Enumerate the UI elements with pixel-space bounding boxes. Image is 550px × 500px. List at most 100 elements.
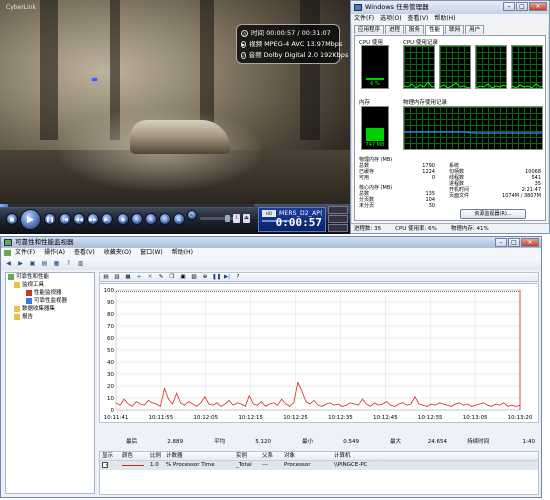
tab-performance[interactable]: 性能 (425, 25, 445, 35)
maximize-icon[interactable]: □ (508, 238, 520, 247)
y-tick-label: 70 (107, 324, 114, 330)
tree-node-reliability-monitor[interactable]: 可靠性监视器 (6, 297, 94, 305)
legend-col-scale[interactable]: 比例 (148, 452, 164, 460)
legend-col-object[interactable]: 对象 (282, 452, 332, 460)
menu-view[interactable]: 查看(V) (74, 248, 95, 258)
info-button[interactable]: i (233, 214, 240, 223)
series-color-swatch (122, 465, 144, 466)
legend-col-parent[interactable]: 父系 (260, 452, 282, 460)
tab-services[interactable]: 服务 (405, 25, 425, 34)
menu-help[interactable]: 帮助(H) (172, 248, 193, 258)
status-processes: 进程数: 35 (354, 226, 382, 232)
legend-show-cell[interactable]: ✓ (100, 461, 120, 470)
osd-video-value: MPEG-4 AVC 13.97Mbps (264, 40, 343, 48)
maximize-icon[interactable]: □ (516, 2, 528, 11)
tree-node-data-collector-sets[interactable]: 数据收集器集 (6, 305, 94, 313)
menu-button[interactable]: ☰ (173, 213, 185, 225)
show-tree-icon[interactable]: ▤ (40, 260, 49, 268)
osd-audio-row: ♪ 音频 Dolby Digital 2.0 192Kbps (241, 50, 348, 61)
player-side-button[interactable] (328, 224, 348, 232)
step-button[interactable]: ◉ (117, 213, 129, 225)
menu-favorites[interactable]: 收藏夹(O) (104, 248, 131, 258)
resource-monitor-button[interactable]: 资源监视器(R)... (460, 209, 526, 219)
x-tick-label: 10:13:20 (508, 415, 533, 421)
rewind-button[interactable]: ◀◀ (73, 213, 85, 225)
tree-node-monitoring-tools[interactable]: 监视工具 (6, 281, 94, 289)
osd-info-panel: ◷ 时间 00:00:57 / 00:31:07 ▶ 视频 MPEG-4 AVC… (236, 24, 348, 64)
volume-slider-knob[interactable] (224, 215, 230, 222)
delete-counter-icon[interactable]: ✕ (146, 274, 154, 281)
add-counter-icon[interactable]: + (135, 274, 143, 281)
menu-window[interactable]: 窗口(W) (140, 248, 163, 258)
eject-button[interactable]: ⏏ (243, 214, 250, 223)
close-icon[interactable]: ✕ (521, 238, 539, 247)
x-tick-label: 10:12:05 (193, 415, 218, 421)
y-tick-label: 20 (107, 384, 114, 390)
legend-col-show[interactable]: 显示 (100, 452, 120, 460)
change-graph-type-icon[interactable]: ▦ (124, 274, 132, 281)
menu-help[interactable]: 帮助(H) (434, 14, 455, 23)
view-current-activity-icon[interactable]: ▤ (102, 274, 110, 281)
menu-file[interactable]: 文件(F) (15, 248, 35, 258)
fast-forward-button[interactable]: ▶▶ (87, 213, 99, 225)
y-tick-label: 0 (111, 408, 115, 414)
legend-row[interactable]: ✓ 1.0 % Processor Time _Total --- Proces… (100, 461, 538, 470)
menu-action[interactable]: 操作(A) (44, 248, 65, 258)
legend-parent-cell: --- (262, 462, 268, 468)
menu-options[interactable]: 选项(O) (380, 14, 401, 23)
previous-chapter-button[interactable]: |◀ (59, 213, 71, 225)
highlight-icon[interactable]: ✎ (157, 274, 165, 281)
legend-col-computer[interactable]: 计算机 (332, 452, 392, 460)
tree-node-label: 数据收集器集 (22, 306, 56, 312)
console-tree-icon[interactable]: ▥ (76, 260, 85, 268)
update-data-icon[interactable]: ▶| (223, 274, 231, 281)
menu-view[interactable]: 查看(V) (408, 14, 429, 23)
back-icon[interactable]: ◀ (4, 260, 13, 268)
tree-node-reliability-performance[interactable]: 可靠性和性能 (6, 273, 94, 281)
legend-col-color[interactable]: 颜色 (120, 452, 148, 460)
help-icon[interactable]: ? (234, 274, 242, 281)
perfmon-title-bar[interactable]: 可靠性和性能监视器 – □ ✕ (1, 237, 541, 248)
stat-minimum-label: 最小 (302, 439, 314, 445)
tab-networking[interactable]: 联网 (445, 25, 465, 34)
repeat-button[interactable]: ↻ (131, 213, 143, 225)
tree-node-performance-monitor[interactable]: 性能监视器 (6, 289, 94, 297)
help-icon[interactable]: ? (64, 260, 73, 268)
performance-graph[interactable]: 0 10 20 30 40 50 60 70 80 90 100 10:11:41 10:11:55 10… (99, 283, 539, 423)
video-light (92, 78, 97, 81)
player-side-button[interactable] (328, 206, 348, 214)
tab-users[interactable]: 用户 (465, 25, 485, 34)
tab-applications[interactable]: 应用程序 (354, 25, 385, 34)
task-manager-menu-bar: 文件(F) 选项(O) 查看(V) 帮助(H) (351, 14, 549, 23)
next-chapter-button[interactable]: ▶| (101, 213, 113, 225)
tree-node-reports[interactable]: 报告 (6, 313, 94, 321)
close-icon[interactable]: ✕ (529, 2, 547, 11)
forward-icon[interactable]: ▶ (16, 260, 25, 268)
tab-processes[interactable]: 进程 (385, 25, 405, 34)
properties-icon[interactable]: ▦ (52, 260, 61, 268)
mute-button[interactable]: 🔊 (187, 210, 197, 220)
show-checkbox[interactable]: ✓ (102, 462, 108, 468)
copy-properties-icon[interactable]: ❐ (168, 274, 176, 281)
y-tick-label: 80 (107, 312, 114, 318)
task-manager-tabs: 应用程序 进程 服务 性能 联网 用户 (352, 23, 548, 35)
seek-bar[interactable] (0, 204, 254, 208)
pause-button[interactable]: ❚❚ (44, 213, 56, 225)
subtitle-button[interactable]: ≡ (145, 213, 157, 225)
paste-counter-list-icon[interactable]: ▣ (179, 274, 187, 281)
minimize-icon[interactable]: – (495, 238, 507, 247)
properties-icon[interactable]: ▧ (190, 274, 198, 281)
zoom-icon[interactable]: ⊕ (201, 274, 209, 281)
freeze-display-icon[interactable]: ❚❚ (212, 274, 221, 281)
stop-button[interactable]: ■ (6, 213, 18, 225)
up-folder-icon[interactable]: ▣ (28, 260, 37, 268)
angle-button[interactable]: ◇ (159, 213, 171, 225)
task-manager-title-bar[interactable]: Windows 任务管理器 – □ ✕ (351, 1, 549, 14)
player-side-button[interactable] (328, 215, 348, 223)
log-data-icon[interactable]: ▥ (113, 274, 121, 281)
play-button[interactable]: ▶ (20, 209, 41, 230)
legend-col-counter[interactable]: 计数器 (164, 452, 234, 460)
menu-file[interactable]: 文件(F) (354, 14, 374, 23)
minimize-icon[interactable]: – (503, 2, 515, 11)
legend-col-instance[interactable]: 实例 (234, 452, 260, 460)
